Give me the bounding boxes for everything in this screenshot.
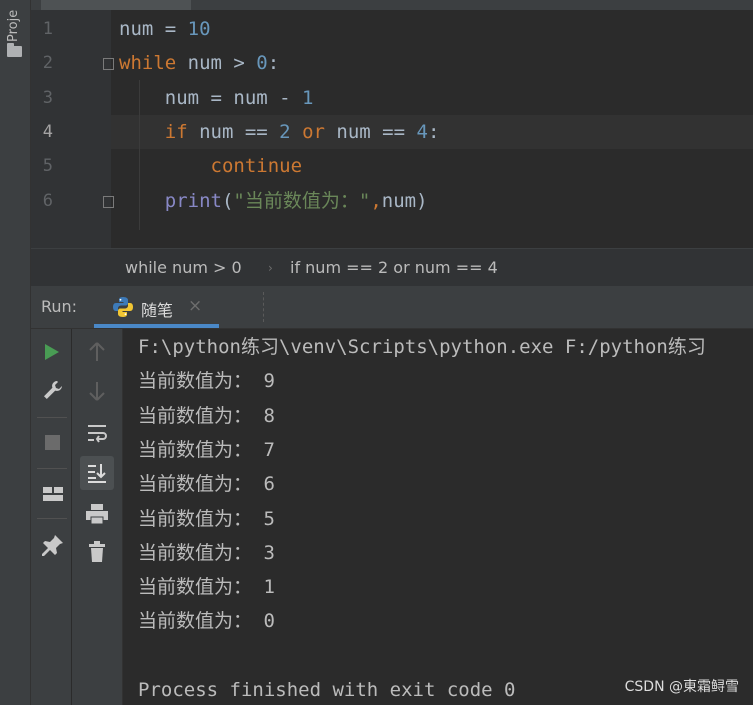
- console-line: 当前数值为： 7: [138, 438, 275, 461]
- code-token: :: [427, 121, 440, 143]
- arrow-down-icon[interactable]: [88, 381, 106, 401]
- header-divider: [263, 292, 265, 322]
- breadcrumb: while num > 0 › if num == 2 or num == 4: [31, 248, 753, 287]
- line-number: 6: [42, 191, 53, 211]
- folder-icon[interactable]: [7, 43, 22, 57]
- code-token: 4: [416, 121, 428, 143]
- arrow-up-icon[interactable]: [88, 342, 106, 362]
- code-line[interactable]: while num > 0:: [119, 46, 279, 80]
- console-line: 当前数值为： 9: [138, 370, 275, 393]
- code-token: 1: [302, 87, 314, 109]
- console-line: 当前数值为： 8: [138, 404, 275, 427]
- run-toolbar-secondary: [72, 329, 123, 705]
- code-line[interactable]: continue: [119, 149, 303, 183]
- code-token: if: [164, 121, 188, 143]
- trash-icon[interactable]: [88, 541, 106, 563]
- close-icon[interactable]: ×: [188, 296, 202, 316]
- code-token: or: [302, 121, 325, 143]
- line-number: 1: [42, 19, 53, 39]
- run-icon[interactable]: [44, 343, 60, 361]
- code-line[interactable]: num = num - 1: [119, 81, 314, 115]
- toolbar-divider: [37, 518, 67, 519]
- console-output[interactable]: F:\python练习\venv\Scripts\python.exe F:/p…: [123, 329, 753, 705]
- console-line: 当前数值为： 1: [138, 576, 275, 599]
- run-tab[interactable]: 随笔 ×: [94, 286, 219, 328]
- scroll-to-end-button[interactable]: [80, 456, 114, 490]
- print-icon[interactable]: [85, 503, 109, 525]
- code-token: num ==: [324, 121, 417, 143]
- code-token: :: [267, 52, 280, 74]
- line-number: 4: [42, 122, 53, 142]
- code-editor[interactable]: 123456 num = 10 while num > 0: num = num …: [31, 0, 753, 248]
- code-token: continue: [210, 155, 303, 177]
- run-label: Run:: [41, 297, 78, 316]
- code-line[interactable]: num = 10: [119, 12, 211, 46]
- scroll-to-end-icon: [88, 464, 106, 483]
- python-icon: [113, 297, 133, 317]
- code-token: 10: [187, 18, 211, 40]
- breadcrumb-item-if[interactable]: if num == 2 or num == 4: [290, 258, 498, 277]
- run-toolbar-primary: [31, 329, 71, 705]
- layout-icon[interactable]: [42, 485, 64, 503]
- stop-icon[interactable]: [45, 435, 60, 450]
- fold-end-icon[interactable]: [103, 196, 114, 208]
- toolbar-divider: [37, 417, 67, 418]
- console-line: F:\python练习\venv\Scripts\python.exe F:/p…: [138, 336, 706, 358]
- code-token: num =: [119, 18, 188, 40]
- console-line: 当前数值为： 5: [138, 507, 275, 530]
- code-token: ,: [370, 190, 382, 212]
- breadcrumb-item-while[interactable]: while num > 0: [125, 258, 242, 277]
- pin-icon[interactable]: [42, 534, 64, 556]
- wrench-icon[interactable]: [42, 379, 64, 401]
- project-tool-strip[interactable]: Proje: [0, 0, 31, 705]
- chevron-right-icon: ›: [268, 261, 273, 275]
- line-number: 2: [42, 53, 53, 73]
- console-line: Process finished with exit code 0: [138, 679, 516, 701]
- console-line: 当前数值为： 0: [138, 610, 275, 633]
- active-tab-indicator: [94, 324, 219, 328]
- editor-tab-strip: [31, 0, 753, 10]
- line-number: 5: [42, 156, 53, 176]
- watermark: CSDN @東霜鲟雪: [624, 679, 739, 695]
- run-tab-title: 随笔: [141, 301, 174, 320]
- editor-tab[interactable]: [41, 0, 191, 10]
- code-token: (: [221, 190, 234, 212]
- code-line[interactable]: print("当前数值为：",num): [119, 184, 428, 218]
- toolbar-divider: [37, 468, 67, 469]
- console-line: 当前数值为： 6: [138, 473, 275, 496]
- run-panel-header: Run: 随笔 ×: [31, 286, 753, 329]
- code-token: 2: [279, 121, 291, 143]
- line-number: 3: [42, 88, 53, 108]
- fold-marker-icon[interactable]: [103, 58, 114, 70]
- code-token: "当前数值为：": [233, 190, 371, 212]
- code-line[interactable]: if num == 2 or num == 4:: [119, 115, 440, 149]
- code-token: num ==: [187, 121, 280, 143]
- code-token: num = num -: [119, 87, 303, 109]
- console-line: 当前数值为： 3: [138, 541, 275, 564]
- code-token: num): [381, 190, 428, 212]
- code-token: while: [119, 52, 177, 74]
- project-tab-label[interactable]: Proje: [6, 2, 21, 42]
- code-token: print: [164, 190, 222, 212]
- code-token: 0: [256, 52, 268, 74]
- code-token: num >: [176, 52, 257, 74]
- soft-wrap-icon[interactable]: [86, 423, 108, 443]
